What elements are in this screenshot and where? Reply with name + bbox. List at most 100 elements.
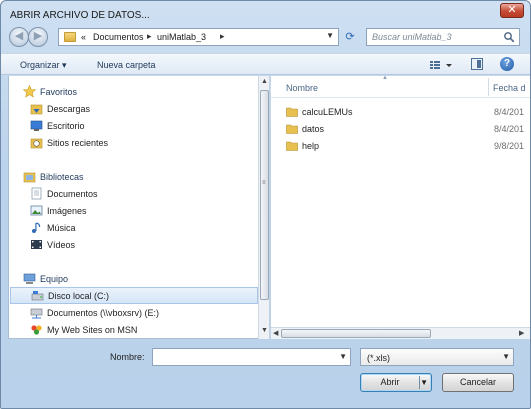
music-icon [32, 222, 41, 233]
column-header-name[interactable]: Nombre [286, 83, 318, 93]
sidebar-item-musica[interactable]: Música [30, 220, 150, 236]
scrollbar-grip-icon: ≡ [262, 180, 266, 186]
back-arrow-icon: ◀ [14, 30, 24, 42]
sidebar-item-descargas[interactable]: Descargas [30, 101, 150, 117]
file-row[interactable]: help 9/8/201 [286, 138, 526, 154]
folder-icon [64, 32, 76, 42]
sidebar-item-label: Escritorio [47, 121, 85, 131]
star-icon [23, 85, 36, 98]
sidebar-item-label: Sitios recientes [47, 138, 109, 148]
sidebar-item-videos[interactable]: Vídeos [30, 237, 150, 253]
sidebar-item-my-web-sites[interactable]: My Web Sites on MSN [30, 322, 230, 338]
sidebar-group-favorites[interactable]: Favoritos [23, 84, 143, 100]
navigation-row: ◀ ▶ « Documentos ▸ uniMatlab_3 ▸ ▼ ⟳ Bus… [1, 27, 530, 49]
folder-icon [286, 141, 298, 151]
breadcrumb-separator[interactable]: ▸ [147, 31, 152, 42]
search-input[interactable]: Buscar uniMatlab_3 [366, 28, 520, 46]
chevron-down-icon[interactable]: ▼ [420, 374, 428, 391]
sidebar-item-label: Imágenes [47, 206, 87, 216]
hard-drive-icon [31, 291, 44, 301]
organize-menu[interactable]: Organizar ▾ [20, 60, 67, 71]
file-name: datos [302, 124, 325, 134]
cancel-button[interactable]: Cancelar [442, 373, 514, 392]
sidebar-item-documentos-vboxsrv[interactable]: Documentos (\\vboxsrv) (E:) [30, 305, 230, 321]
video-icon [31, 240, 42, 249]
chevron-down-icon[interactable]: ▼ [339, 352, 347, 361]
sidebar-group-label: Favoritos [40, 87, 78, 97]
sidebar-item-escritorio[interactable]: Escritorio [30, 118, 150, 134]
search-placeholder: Buscar uniMatlab_3 [372, 32, 452, 42]
open-button-label: Abrir [380, 377, 400, 387]
sidebar-item-disco-local[interactable]: Disco local (C:) [10, 287, 258, 304]
document-icon [31, 187, 42, 200]
chevron-down-icon[interactable]: ▼ [502, 352, 510, 361]
command-toolbar: Organizar ▾ Nueva carpeta ? [1, 53, 530, 75]
file-name: help [302, 141, 320, 151]
sort-indicator-icon: ▲ [382, 75, 388, 81]
sidebar-item-label: Música [47, 223, 76, 233]
views-icon[interactable] [429, 58, 455, 72]
sidebar-item-documentos[interactable]: Documentos [30, 186, 150, 202]
file-date: 8/4/201 [494, 124, 525, 134]
file-name: calcuLEMUs [302, 107, 353, 117]
scroll-up-icon[interactable]: ▲ [261, 78, 268, 85]
refresh-icon: ⟳ [345, 31, 355, 43]
desktop-icon [30, 120, 43, 131]
column-divider[interactable] [488, 78, 489, 96]
sidebar-item-label: Disco local (C:) [48, 291, 110, 301]
file-name-field[interactable]: ▼ [152, 348, 351, 366]
scroll-down-icon[interactable]: ▼ [261, 327, 268, 334]
search-icon[interactable] [503, 31, 515, 43]
sidebar-group-equipo[interactable]: Equipo [23, 271, 143, 287]
titlebar[interactable]: ABRIR ARCHIVO DE DATOS... ✕ [1, 1, 530, 27]
navigation-pane-scrollbar[interactable]: ▲ ≡ ▼ [258, 76, 270, 339]
refresh-button[interactable]: ⟳ [343, 30, 357, 44]
back-button[interactable]: ◀ [9, 27, 29, 47]
scroll-left-icon[interactable]: ◀ [273, 329, 278, 337]
sidebar-group-label: Bibliotecas [40, 172, 84, 182]
sidebar-item-label: Documentos (\\vboxsrv) (E:) [47, 308, 160, 318]
sidebar-group-bibliotecas[interactable]: Bibliotecas [23, 169, 143, 185]
breadcrumb-unimatlab[interactable]: uniMatlab_3 [157, 32, 206, 42]
sidebar-item-label: Documentos [47, 189, 98, 199]
breadcrumb-overflow[interactable]: « [81, 32, 86, 42]
file-type-value: (*.xls) [367, 353, 390, 363]
scrollbar-thumb[interactable] [281, 329, 431, 338]
breadcrumb-separator[interactable]: ▸ [220, 31, 225, 42]
breadcrumb-documentos[interactable]: Documentos [93, 32, 144, 42]
preview-pane-icon[interactable] [471, 58, 483, 70]
sidebar-group-label: Equipo [40, 274, 69, 284]
pictures-icon [30, 205, 43, 216]
sidebar-item-label: Vídeos [47, 240, 76, 250]
help-icon[interactable]: ? [500, 57, 514, 71]
network-drive-icon [30, 308, 43, 319]
computer-icon [23, 273, 36, 284]
column-header-date[interactable]: Fecha d [493, 83, 526, 93]
file-row[interactable]: calcuLEMUs 8/4/201 [286, 104, 526, 120]
address-dropdown-icon[interactable]: ▼ [326, 31, 334, 40]
file-type-select[interactable]: (*.xls) ▼ [360, 348, 514, 366]
column-header-row: ▲ Nombre Fecha d [271, 75, 530, 98]
file-date: 9/8/201 [494, 141, 525, 151]
scroll-right-icon[interactable]: ▶ [519, 329, 524, 337]
file-list-horizontal-scrollbar[interactable]: ◀ ▶ [271, 327, 530, 339]
file-row[interactable]: datos 8/4/201 [286, 121, 526, 137]
close-button[interactable]: ✕ [500, 3, 524, 18]
dialog-title: ABRIR ARCHIVO DE DATOS... [10, 10, 150, 21]
sidebar-item-label: Descargas [47, 104, 91, 114]
msn-icon [31, 325, 42, 335]
navigation-pane: Favoritos Descargas Escritorio Sitios re… [8, 76, 258, 339]
file-date: 8/4/201 [494, 107, 525, 117]
sidebar-item-sitios-recientes[interactable]: Sitios recientes [30, 135, 170, 151]
sidebar-item-imagenes[interactable]: Imágenes [30, 203, 150, 219]
open-button[interactable]: Abrir ▼ [360, 373, 432, 392]
file-list-pane: ▲ Nombre Fecha d calcuLEMUs 8/4/201 dato… [271, 75, 530, 339]
new-folder-button[interactable]: Nueva carpeta [97, 60, 156, 70]
folder-icon [286, 124, 298, 134]
sidebar-item-label: My Web Sites on MSN [47, 325, 138, 335]
scrollbar-thumb[interactable] [260, 90, 269, 300]
address-bar[interactable]: « Documentos ▸ uniMatlab_3 ▸ ▼ [58, 28, 339, 46]
forward-button[interactable]: ▶ [28, 27, 48, 47]
file-name-label: Nombre: [110, 352, 145, 362]
downloads-icon [30, 104, 43, 115]
